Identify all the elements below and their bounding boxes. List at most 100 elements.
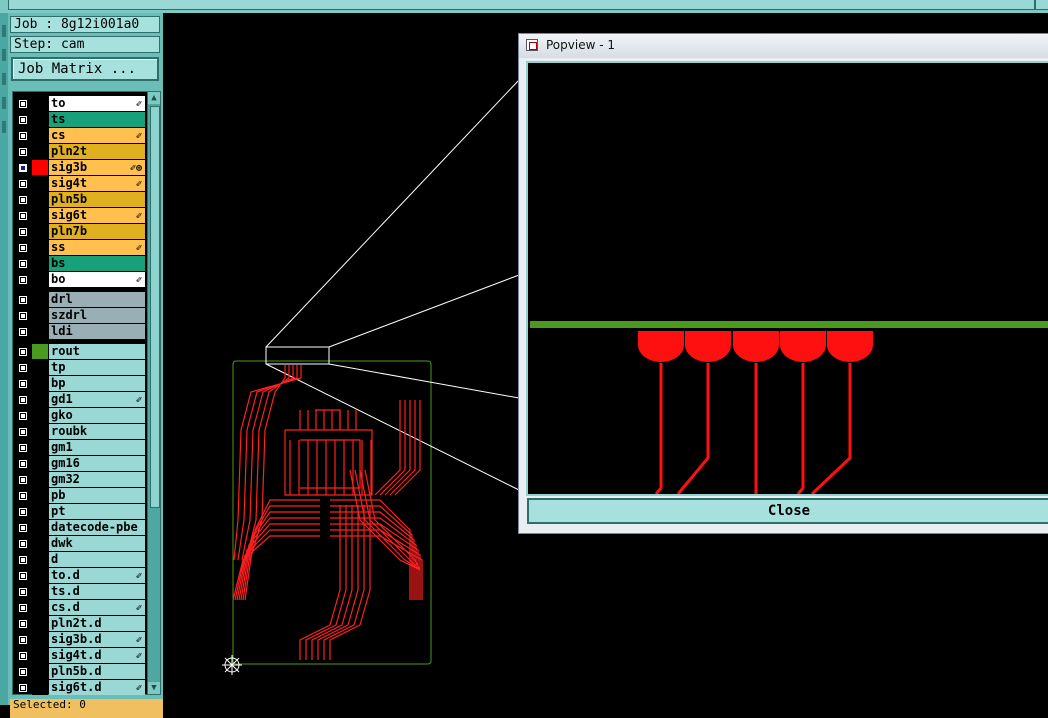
layer-row-to[interactable]: to ✐ bbox=[15, 96, 145, 112]
layer-name[interactable]: drl bbox=[49, 292, 145, 307]
layer-color-swatch[interactable] bbox=[32, 176, 48, 191]
layer-name[interactable]: ts bbox=[49, 112, 145, 127]
layer-row-d[interactable]: d bbox=[15, 552, 145, 568]
layer-checkbox[interactable] bbox=[18, 395, 28, 405]
layer-color-swatch[interactable] bbox=[32, 256, 48, 271]
layer-color-swatch[interactable] bbox=[32, 424, 48, 439]
panel-resize-strip[interactable] bbox=[0, 13, 8, 705]
layer-checkbox[interactable] bbox=[18, 295, 28, 305]
layer-color-swatch[interactable] bbox=[32, 584, 48, 599]
layer-name[interactable]: pln5b bbox=[49, 192, 145, 207]
job-matrix-button[interactable]: Job Matrix ... bbox=[11, 57, 159, 81]
layer-name[interactable]: roubk bbox=[49, 424, 145, 439]
layer-checkbox[interactable] bbox=[18, 243, 28, 253]
layer-color-swatch[interactable] bbox=[32, 192, 48, 207]
layer-color-swatch[interactable] bbox=[32, 536, 48, 551]
layer-checkbox[interactable] bbox=[18, 163, 28, 173]
layer-row-sig3b-d[interactable]: sig3b.d ✐ bbox=[15, 632, 145, 648]
layer-name[interactable]: pln2t.d bbox=[49, 616, 145, 631]
layer-row-sig6t[interactable]: sig6t ✐ bbox=[15, 208, 145, 224]
layer-checkbox[interactable] bbox=[18, 523, 28, 533]
top-toolbar-field[interactable] bbox=[8, 0, 1035, 10]
layer-row-gd1[interactable]: gd1 ✐ bbox=[15, 392, 145, 408]
layer-color-swatch[interactable] bbox=[32, 160, 48, 175]
layer-name[interactable]: bp bbox=[49, 376, 145, 391]
layer-name[interactable]: datecode-pbe bbox=[49, 520, 145, 535]
layer-color-swatch[interactable] bbox=[32, 632, 48, 647]
layer-checkbox[interactable] bbox=[18, 311, 28, 321]
layer-color-swatch[interactable] bbox=[32, 240, 48, 255]
layer-row-pln2t[interactable]: pln2t bbox=[15, 144, 145, 160]
layer-row-ts-d[interactable]: ts.d bbox=[15, 584, 145, 600]
layer-row-datecode-pbe[interactable]: datecode-pbe bbox=[15, 520, 145, 536]
layer-name[interactable]: ldi bbox=[49, 324, 145, 339]
scroll-up-icon[interactable]: ▲ bbox=[148, 92, 160, 104]
layer-color-swatch[interactable] bbox=[32, 272, 48, 287]
layer-name[interactable]: cs ✐ bbox=[49, 128, 145, 143]
layer-row-sig6t-d[interactable]: sig6t.d ✐ bbox=[15, 680, 145, 696]
layer-row-roubk[interactable]: roubk bbox=[15, 424, 145, 440]
layer-row-tp[interactable]: tp bbox=[15, 360, 145, 376]
layer-checkbox[interactable] bbox=[18, 635, 28, 645]
layer-name[interactable]: pln5b.d bbox=[49, 664, 145, 679]
layer-row-rout[interactable]: rout bbox=[15, 344, 145, 360]
layer-color-swatch[interactable] bbox=[32, 488, 48, 503]
layer-name[interactable]: pln2t bbox=[49, 144, 145, 159]
scroll-down-icon[interactable]: ▼ bbox=[148, 682, 160, 694]
top-toolbar-toggle[interactable] bbox=[1035, 0, 1048, 10]
layer-color-swatch[interactable] bbox=[32, 392, 48, 407]
layer-checkbox[interactable] bbox=[18, 443, 28, 453]
layer-checkbox[interactable] bbox=[18, 227, 28, 237]
layer-color-swatch[interactable] bbox=[32, 324, 48, 339]
layer-checkbox[interactable] bbox=[18, 147, 28, 157]
layer-row-gm1[interactable]: gm1 bbox=[15, 440, 145, 456]
layer-checkbox[interactable] bbox=[18, 131, 28, 141]
layer-row-to-d[interactable]: to.d ✐ bbox=[15, 568, 145, 584]
layer-row-pln5b-d[interactable]: pln5b.d bbox=[15, 664, 145, 680]
layer-checkbox[interactable] bbox=[18, 275, 28, 285]
layer-checkbox[interactable] bbox=[18, 427, 28, 437]
layer-checkbox[interactable] bbox=[18, 347, 28, 357]
layer-checkbox[interactable] bbox=[18, 555, 28, 565]
layer-color-swatch[interactable] bbox=[32, 308, 48, 323]
layer-checkbox[interactable] bbox=[18, 475, 28, 485]
layer-name[interactable]: szdrl bbox=[49, 308, 145, 323]
layer-name[interactable]: pln7b bbox=[49, 224, 145, 239]
layer-name[interactable]: sig6t.d ✐ bbox=[49, 680, 145, 695]
close-button[interactable]: Close bbox=[527, 498, 1048, 524]
layer-checkbox[interactable] bbox=[18, 363, 28, 373]
layer-color-swatch[interactable] bbox=[32, 376, 48, 391]
layer-color-swatch[interactable] bbox=[32, 112, 48, 127]
layer-name[interactable]: pb bbox=[49, 488, 145, 503]
layer-name[interactable]: ss ✐ bbox=[49, 240, 145, 255]
layer-color-swatch[interactable] bbox=[32, 208, 48, 223]
layer-color-swatch[interactable] bbox=[32, 648, 48, 663]
layer-name[interactable]: dwk bbox=[49, 536, 145, 551]
layer-checkbox[interactable] bbox=[18, 115, 28, 125]
layer-name[interactable]: to ✐ bbox=[49, 96, 145, 111]
layer-name[interactable]: to.d ✐ bbox=[49, 568, 145, 583]
layer-row-sig4t-d[interactable]: sig4t.d ✐ bbox=[15, 648, 145, 664]
layer-checkbox[interactable] bbox=[18, 379, 28, 389]
layer-checkbox[interactable] bbox=[18, 179, 28, 189]
layer-color-swatch[interactable] bbox=[32, 472, 48, 487]
layer-checkbox[interactable] bbox=[18, 411, 28, 421]
layer-row-pln7b[interactable]: pln7b bbox=[15, 224, 145, 240]
layer-color-swatch[interactable] bbox=[32, 456, 48, 471]
layer-checkbox[interactable] bbox=[18, 211, 28, 221]
layer-name[interactable]: rout bbox=[49, 344, 145, 359]
layer-color-swatch[interactable] bbox=[32, 504, 48, 519]
layer-checkbox[interactable] bbox=[18, 571, 28, 581]
layer-color-swatch[interactable] bbox=[32, 440, 48, 455]
layer-checkbox[interactable] bbox=[18, 195, 28, 205]
layer-color-swatch[interactable] bbox=[32, 568, 48, 583]
layer-checkbox[interactable] bbox=[18, 459, 28, 469]
layer-name[interactable]: sig3b.d ✐ bbox=[49, 632, 145, 647]
layer-row-pb[interactable]: pb bbox=[15, 488, 145, 504]
layer-color-swatch[interactable] bbox=[32, 520, 48, 535]
layer-checkbox[interactable] bbox=[18, 259, 28, 269]
layer-row-cs-d[interactable]: cs.d ✐ bbox=[15, 600, 145, 616]
layer-row-gko[interactable]: gko bbox=[15, 408, 145, 424]
layer-name[interactable]: bs bbox=[49, 256, 145, 271]
layer-name[interactable]: d bbox=[49, 552, 145, 567]
